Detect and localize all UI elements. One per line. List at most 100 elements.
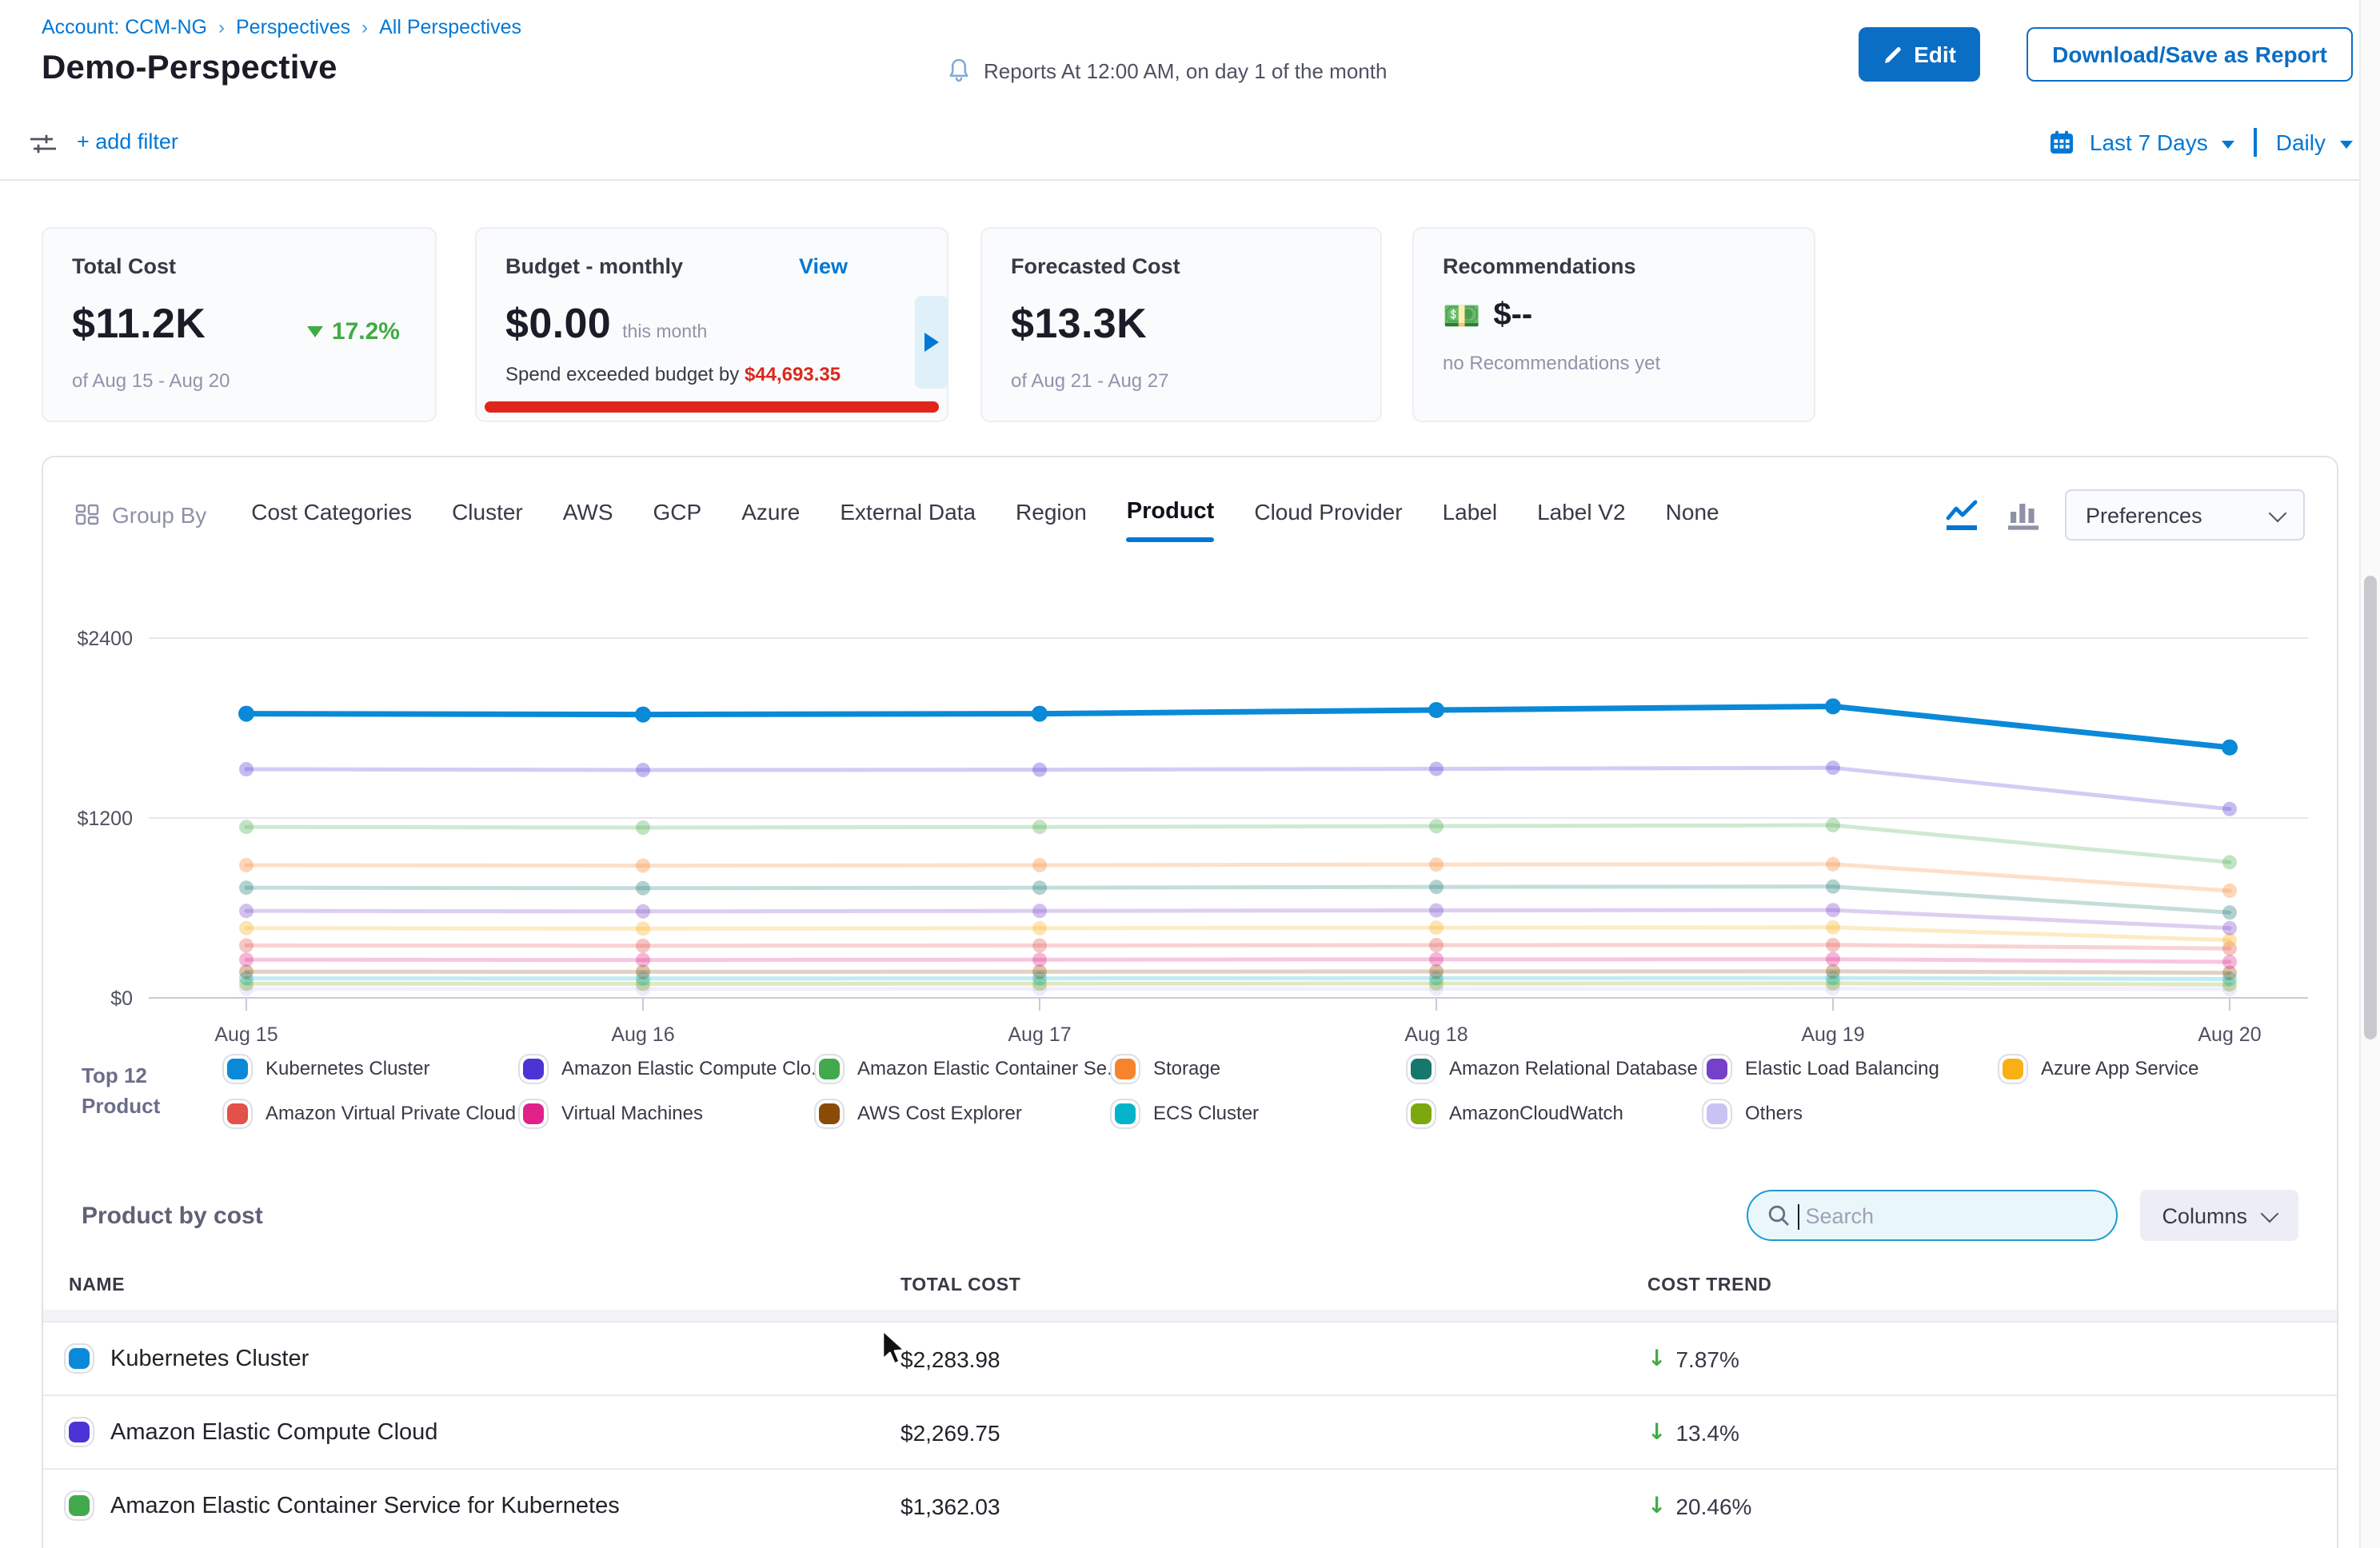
- tab-external-data[interactable]: External Data: [840, 499, 976, 531]
- chart-point-amazon-elastic-container-se-aug-15[interactable]: [239, 820, 254, 834]
- download-save-report-button[interactable]: Download/Save as Report: [2027, 27, 2353, 82]
- columns-dropdown[interactable]: Columns: [2139, 1190, 2298, 1241]
- legend-item-ecs-cluster[interactable]: ECS Cluster: [1115, 1102, 1411, 1124]
- chart-point-virtual-machines-aug-15[interactable]: [239, 952, 254, 967]
- chart-point-amazon-virtual-private-cloud-aug-17[interactable]: [1032, 938, 1047, 952]
- chart-point-kubernetes-cluster-aug-17[interactable]: [1032, 706, 1048, 722]
- chart-point-amazon-elastic-compute-clo-aug-20[interactable]: [2222, 802, 2237, 816]
- chart-point-elastic-load-balancing-aug-18[interactable]: [1429, 904, 1444, 918]
- filter-sliders-icon[interactable]: [29, 131, 58, 157]
- tab-none[interactable]: None: [1666, 499, 1719, 531]
- chart-point-amazon-elastic-container-se-aug-16[interactable]: [636, 820, 650, 835]
- budget-view-link[interactable]: View: [799, 254, 848, 278]
- chart-point-kubernetes-cluster-aug-19[interactable]: [1825, 698, 1841, 714]
- chart-point-azure-app-service-aug-17[interactable]: [1032, 921, 1047, 936]
- chart-point-virtual-machines-aug-18[interactable]: [1429, 952, 1444, 967]
- search-input[interactable]: [1802, 1202, 2080, 1229]
- chart-point-amazon-elastic-container-se-aug-19[interactable]: [1826, 818, 1840, 832]
- granularity-selector[interactable]: Daily: [2276, 130, 2326, 155]
- chart-point-storage-aug-17[interactable]: [1032, 858, 1047, 872]
- chart-point-amazon-relational-database-aug-17[interactable]: [1032, 880, 1047, 895]
- chart-point-amazon-elastic-container-se-aug-17[interactable]: [1032, 820, 1047, 834]
- scrollbar-track[interactable]: [2359, 0, 2380, 1548]
- date-range-selector[interactable]: Last 7 Days: [2090, 130, 2208, 155]
- chart-point-storage-aug-20[interactable]: [2222, 884, 2237, 898]
- table-row-amazon-elastic-container-service-for-kubernetes[interactable]: Amazon Elastic Container Service for Kub…: [43, 1468, 2337, 1542]
- tab-aws[interactable]: AWS: [563, 499, 613, 531]
- chart-point-amazon-virtual-private-cloud-aug-19[interactable]: [1826, 938, 1840, 952]
- legend-item-storage[interactable]: Storage: [1115, 1057, 1411, 1079]
- chart-point-kubernetes-cluster-aug-20[interactable]: [2222, 740, 2238, 756]
- legend-item-kubernetes-cluster[interactable]: Kubernetes Cluster: [227, 1057, 523, 1079]
- chart-point-amazon-virtual-private-cloud-aug-16[interactable]: [636, 939, 650, 953]
- tab-cost-categories[interactable]: Cost Categories: [251, 499, 412, 531]
- chart-point-elastic-load-balancing-aug-17[interactable]: [1032, 904, 1047, 918]
- tab-label-v2[interactable]: Label V2: [1537, 499, 1626, 531]
- edit-button[interactable]: Edit: [1858, 27, 1980, 82]
- legend-item-aws-cost-explorer[interactable]: AWS Cost Explorer: [819, 1102, 1115, 1124]
- chart-point-elastic-load-balancing-aug-19[interactable]: [1826, 903, 1840, 917]
- chart-point-kubernetes-cluster-aug-18[interactable]: [1428, 702, 1444, 718]
- chart-point-amazon-virtual-private-cloud-aug-18[interactable]: [1429, 938, 1444, 952]
- legend-item-elastic-load-balancing[interactable]: Elastic Load Balancing: [1707, 1057, 2003, 1079]
- legend-item-azure-app-service[interactable]: Azure App Service: [2003, 1057, 2298, 1079]
- chart-point-virtual-machines-aug-20[interactable]: [2222, 955, 2237, 969]
- chart-point-amazon-elastic-compute-clo-aug-19[interactable]: [1826, 760, 1840, 775]
- chart-point-storage-aug-19[interactable]: [1826, 857, 1840, 872]
- breadcrumb-perspectives-link[interactable]: Perspectives: [236, 16, 350, 38]
- budget-expand-button[interactable]: [915, 296, 948, 389]
- table-row-amazon-elastic-compute-cloud[interactable]: Amazon Elastic Compute Cloud$2,269.75↓13…: [43, 1394, 2337, 1468]
- breadcrumb-account-link[interactable]: Account: CCM-NG: [42, 16, 207, 38]
- chart-point-virtual-machines-aug-19[interactable]: [1826, 952, 1840, 967]
- tab-cluster[interactable]: Cluster: [452, 499, 523, 531]
- chart-point-kubernetes-cluster-aug-15[interactable]: [238, 706, 254, 722]
- table-row-kubernetes-cluster[interactable]: Kubernetes Cluster$2,283.98↓7.87%: [43, 1321, 2337, 1394]
- line-chart-toggle-icon[interactable]: [1943, 497, 1982, 533]
- tab-product[interactable]: Product: [1127, 499, 1215, 531]
- chart-point-virtual-machines-aug-17[interactable]: [1032, 952, 1047, 967]
- search-box[interactable]: [1746, 1190, 2117, 1241]
- chart-point-amazon-elastic-compute-clo-aug-15[interactable]: [239, 762, 254, 776]
- legend-item-amazoncloudwatch[interactable]: AmazonCloudWatch: [1411, 1102, 1707, 1124]
- chart-point-amazon-relational-database-aug-18[interactable]: [1429, 880, 1444, 894]
- legend-item-others[interactable]: Others: [1707, 1102, 2003, 1124]
- breadcrumb-all-perspectives-link[interactable]: All Perspectives: [379, 16, 521, 38]
- chart-point-storage-aug-16[interactable]: [636, 859, 650, 873]
- scrollbar-thumb[interactable]: [2364, 576, 2377, 1039]
- tab-cloud-provider[interactable]: Cloud Provider: [1254, 499, 1402, 531]
- chart-point-azure-app-service-aug-19[interactable]: [1826, 920, 1840, 935]
- legend-item-amazon-elastic-container-se[interactable]: Amazon Elastic Container Se...: [819, 1057, 1115, 1079]
- reports-schedule: Reports At 12:00 AM, on day 1 of the mon…: [947, 58, 1387, 83]
- legend-item-virtual-machines[interactable]: Virtual Machines: [523, 1102, 819, 1124]
- chart-point-amazon-relational-database-aug-15[interactable]: [239, 880, 254, 895]
- chart-point-elastic-load-balancing-aug-20[interactable]: [2222, 921, 2237, 936]
- tab-azure[interactable]: Azure: [741, 499, 800, 531]
- chart-point-storage-aug-18[interactable]: [1429, 857, 1444, 872]
- tab-region[interactable]: Region: [1016, 499, 1087, 531]
- chart-point-amazon-virtual-private-cloud-aug-15[interactable]: [239, 938, 254, 952]
- tab-gcp[interactable]: GCP: [653, 499, 702, 531]
- chart-point-elastic-load-balancing-aug-15[interactable]: [239, 904, 254, 918]
- chart-point-azure-app-service-aug-18[interactable]: [1429, 920, 1444, 935]
- chart-point-amazon-elastic-container-se-aug-18[interactable]: [1429, 819, 1444, 833]
- chart-point-kubernetes-cluster-aug-16[interactable]: [635, 707, 651, 723]
- legend-item-amazon-virtual-private-cloud[interactable]: Amazon Virtual Private Cloud: [227, 1102, 523, 1124]
- chart-point-virtual-machines-aug-16[interactable]: [636, 953, 650, 967]
- chart-point-amazon-relational-database-aug-20[interactable]: [2222, 905, 2237, 920]
- chart-point-azure-app-service-aug-16[interactable]: [636, 921, 650, 936]
- chart-point-amazon-relational-database-aug-19[interactable]: [1826, 880, 1840, 894]
- tab-label[interactable]: Label: [1443, 499, 1498, 531]
- preferences-dropdown[interactable]: Preferences: [2065, 489, 2305, 541]
- legend-item-amazon-relational-database[interactable]: Amazon Relational Database ...: [1411, 1057, 1707, 1079]
- chart-point-azure-app-service-aug-15[interactable]: [239, 921, 254, 936]
- legend-item-amazon-elastic-compute-clo[interactable]: Amazon Elastic Compute Clo...: [523, 1057, 819, 1079]
- chart-point-amazon-elastic-compute-clo-aug-18[interactable]: [1429, 762, 1444, 776]
- chart-point-amazon-elastic-compute-clo-aug-17[interactable]: [1032, 763, 1047, 777]
- bar-chart-toggle-icon[interactable]: [2006, 497, 2041, 533]
- chart-point-amazon-relational-database-aug-16[interactable]: [636, 881, 650, 896]
- chart-point-storage-aug-15[interactable]: [239, 858, 254, 872]
- add-filter-button[interactable]: + add filter: [77, 130, 178, 154]
- chart-point-elastic-load-balancing-aug-16[interactable]: [636, 904, 650, 919]
- chart-point-amazon-elastic-container-se-aug-20[interactable]: [2222, 855, 2237, 869]
- chart-point-amazon-elastic-compute-clo-aug-16[interactable]: [636, 763, 650, 777]
